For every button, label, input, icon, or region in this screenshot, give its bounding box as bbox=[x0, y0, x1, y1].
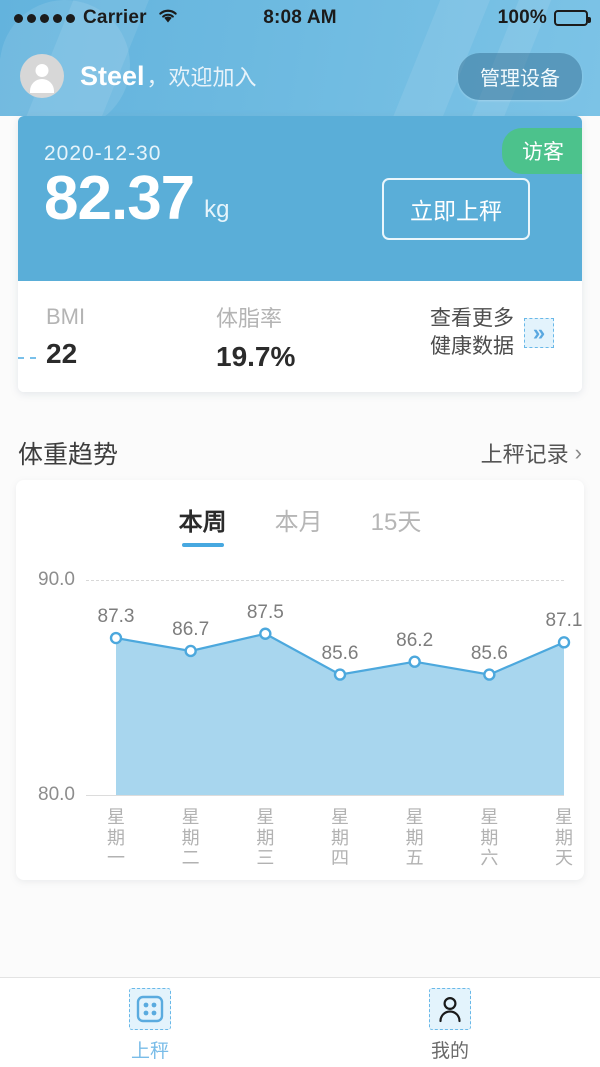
status-bar-right: 100% bbox=[370, 7, 600, 29]
weigh-now-button[interactable]: 立即上秤 bbox=[382, 178, 530, 240]
chart-point-label: 86.7 bbox=[172, 618, 210, 640]
manage-devices-button[interactable]: 管理设备 bbox=[458, 52, 582, 100]
tab-this-week[interactable]: 本周 bbox=[179, 502, 227, 547]
stat-bmi-value: 22 bbox=[46, 337, 78, 369]
user-row: Steel ，欢迎加入 管理设备 bbox=[0, 36, 600, 116]
more-health-data-link[interactable]: 查看更多 健康数据 » bbox=[430, 305, 554, 362]
user-avatar-icon[interactable] bbox=[20, 54, 64, 98]
battery-icon bbox=[554, 10, 591, 26]
chart-x-axis-label: 星期四 bbox=[331, 807, 349, 869]
chevron-right-icon: › bbox=[574, 440, 582, 465]
chart-data-point[interactable] bbox=[408, 655, 421, 668]
chart-point-label: 87.5 bbox=[246, 601, 284, 623]
person-icon bbox=[429, 988, 471, 1030]
stat-bmi: BMI 22 bbox=[46, 304, 216, 370]
stat-body-fat-value: 19.7% bbox=[216, 340, 296, 372]
tab-15-days[interactable]: 15天 bbox=[371, 502, 422, 547]
trend-section-header: 体重趋势 上秤记录 › bbox=[0, 430, 600, 476]
tab-weigh-label: 上秤 bbox=[130, 1041, 169, 1062]
weight-unit: kg bbox=[204, 196, 230, 223]
wifi-icon bbox=[157, 7, 179, 30]
welcome-text: ，欢迎加入 bbox=[146, 65, 257, 90]
chart-point-label: 86.2 bbox=[396, 629, 434, 651]
status-bar-clock: 8:08 AM bbox=[263, 7, 337, 28]
tab-mine[interactable]: 我的 bbox=[300, 982, 600, 1063]
card-edge-dash bbox=[18, 357, 36, 359]
user-name: Steel bbox=[80, 60, 145, 91]
chart-x-axis-label: 星期天 bbox=[555, 807, 573, 869]
chart-x-axis-label: 星期六 bbox=[480, 807, 499, 869]
more-health-data-line2: 健康数据 bbox=[430, 335, 514, 359]
trend-title: 体重趋势 bbox=[18, 441, 119, 469]
chart-x-axis-label: 星期二 bbox=[181, 807, 200, 869]
measurement-date: 2020-12-30 bbox=[44, 142, 162, 165]
stat-bmi-label: BMI bbox=[46, 303, 86, 329]
carrier-label: Carrier bbox=[83, 7, 147, 28]
weight-card-stats: BMI 22 体脂率 19.7% 查看更多 健康数据 » bbox=[18, 281, 582, 392]
weighing-records-link[interactable]: 上秤记录 › bbox=[481, 437, 582, 469]
tab-weigh[interactable]: 上秤 bbox=[0, 982, 300, 1063]
chart-range-tabs: 本周 本月 15天 bbox=[16, 480, 584, 547]
chart-x-axis-label: 星期一 bbox=[107, 807, 125, 869]
chart-plot-area: 90.0 80.0 87.3 86.7 87.5 85.6 86.2 85.6 87.1 星… bbox=[16, 566, 584, 869]
chart-point-label: 87.3 bbox=[97, 606, 135, 628]
chart-data-point[interactable] bbox=[333, 668, 347, 681]
chart-data-point[interactable] bbox=[184, 644, 197, 658]
stat-body-fat: 体脂率 19.7% bbox=[216, 301, 406, 373]
weight-card-top: 访客 2020-12-30 82.37 kg 立即上秤 bbox=[18, 116, 582, 281]
chart-x-axis-label: 星期五 bbox=[405, 807, 424, 869]
weight-value-row: 82.37 kg bbox=[44, 168, 230, 230]
tab-mine-label: 我的 bbox=[430, 1041, 469, 1062]
chart-point-label: 85.6 bbox=[470, 642, 508, 664]
bottom-tab-bar: 上秤 我的 bbox=[0, 977, 600, 1067]
battery-percent-label: 100% bbox=[497, 7, 547, 28]
weight-value: 82.37 bbox=[44, 164, 195, 233]
status-bar-left: Carrier bbox=[0, 7, 230, 30]
weight-summary-card: 访客 2020-12-30 82.37 kg 立即上秤 BMI 22 体脂率 1… bbox=[18, 116, 582, 392]
chart-x-axis-label: 星期三 bbox=[256, 807, 275, 869]
scale-icon bbox=[129, 988, 171, 1030]
weight-trend-chart-card: 本周 本月 15天 90.0 80.0 87.3 86.7 87.5 85.6 86.2… bbox=[16, 480, 584, 880]
app-root: Carrier 8:08 AM 100% Steel ，欢迎加入 管理设备 访客… bbox=[0, 0, 600, 1067]
guest-badge[interactable]: 访客 bbox=[502, 128, 582, 174]
chart-data-point[interactable] bbox=[259, 627, 272, 640]
stat-body-fat-label: 体脂率 bbox=[216, 305, 283, 331]
app-header: Carrier 8:08 AM 100% Steel ，欢迎加入 管理设备 bbox=[0, 0, 600, 116]
double-chevron-right-icon[interactable]: » bbox=[524, 318, 554, 349]
more-health-data-text: 查看更多 健康数据 bbox=[430, 305, 514, 362]
signal-strength-icon bbox=[14, 13, 75, 23]
chart-point-label: 85.6 bbox=[321, 642, 359, 664]
chart-data-point[interactable] bbox=[109, 631, 123, 645]
chart-point-label: 87.1 bbox=[545, 610, 583, 632]
chart-data-point[interactable] bbox=[557, 636, 571, 649]
status-bar: Carrier 8:08 AM 100% bbox=[0, 0, 600, 36]
tab-this-month[interactable]: 本月 bbox=[275, 502, 323, 547]
more-health-data-line1: 查看更多 bbox=[430, 307, 514, 330]
weighing-records-label: 上秤记录 bbox=[480, 442, 569, 467]
chart-data-point[interactable] bbox=[483, 668, 496, 681]
